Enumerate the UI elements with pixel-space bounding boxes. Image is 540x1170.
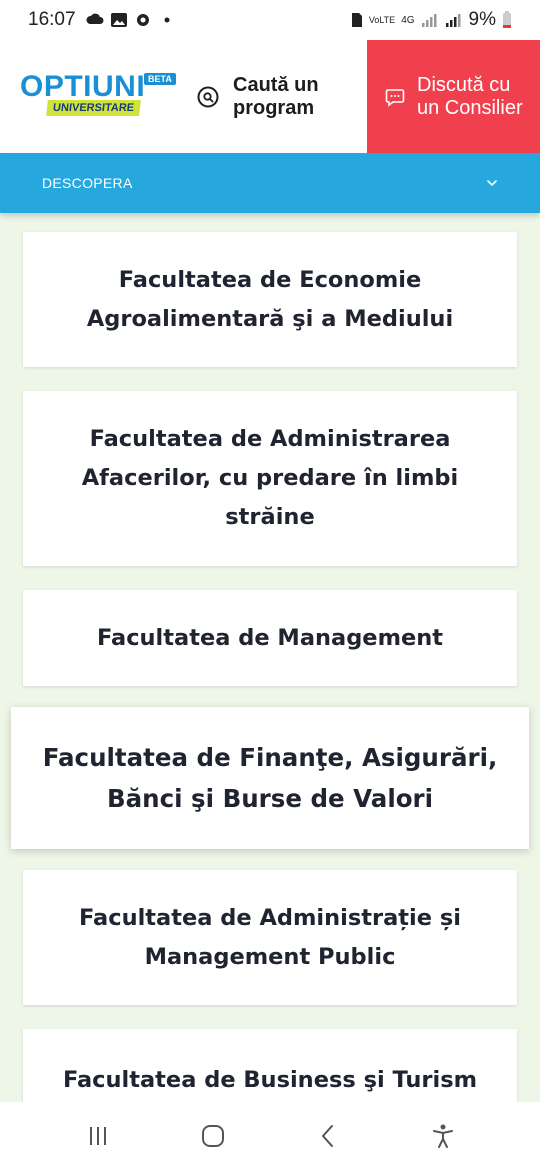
logo-main-text: OPTIUNI [20,70,146,103]
faculty-card[interactable]: Facultatea de Management [23,590,517,686]
faculty-card[interactable]: Facultatea de Administrație și Managemen… [23,870,517,1005]
logo-sub-text: UNIVERSITARE [46,100,141,116]
counselor-label: Discută cu un Consilier [417,73,523,119]
faculty-card[interactable]: Facultatea de Economie Agroalimentară şi… [23,232,517,367]
logo[interactable]: OPTIUNI BETA UNIVERSITARE [0,40,176,153]
faculty-card-label: Facultatea de Business şi Turism [62,1067,478,1093]
logo-beta-badge: BETA [144,73,176,85]
status-bar: 16:07 VoLTE 4G 9% [0,0,540,40]
battery-icon [503,11,511,28]
notification-icons [86,12,176,28]
search-label: Caută un program [233,73,319,119]
faculty-card-label: Facultatea de Management [96,624,444,651]
counselor-button[interactable]: Discută cu un Consilier [367,40,540,153]
discover-dropdown[interactable]: DESCOPERA [0,153,540,213]
faculty-card-label: Facultatea de Economie Agroalimentară şi… [86,266,454,332]
faculty-card-label: Facultatea de Finanţe, Asigurări, Bănci … [42,743,498,813]
chat-icon [385,88,405,107]
site-header: OPTIUNI BETA UNIVERSITARE Caută un progr… [0,40,540,153]
accessibility-icon[interactable] [430,1123,456,1149]
gear-icon [136,14,149,26]
chevron-down-icon [487,180,497,186]
sim-icon [351,13,362,27]
discover-label: DESCOPERA [42,175,133,191]
faculty-card[interactable]: Facultatea de Administrarea Afacerilor, … [23,391,517,566]
system-nav-bar [0,1102,540,1170]
network-type: 4G [401,14,415,26]
search-program-button[interactable]: Caută un program [175,40,367,153]
faculty-card-label: Facultatea de Administrație și Managemen… [79,904,461,970]
signal-icon [421,14,437,27]
signal-icon-2 [445,14,461,27]
faculty-card-hovered[interactable]: Facultatea de Finanţe, Asigurări, Bănci … [11,707,529,849]
dot-icon [164,17,170,23]
recent-apps-icon[interactable] [85,1123,111,1149]
search-icon [197,86,219,107]
home-icon[interactable] [200,1123,226,1149]
status-time: 16:07 [28,9,76,30]
back-icon[interactable] [315,1123,341,1149]
faculty-card-label: Facultatea de Administrarea Afacerilor, … [81,426,459,530]
cloud-icon [86,13,104,24]
battery-percent: 9% [468,9,496,30]
volte-label: VoLTE [368,15,396,25]
image-icon [110,13,127,27]
status-right: VoLTE 4G 9% [351,9,512,31]
